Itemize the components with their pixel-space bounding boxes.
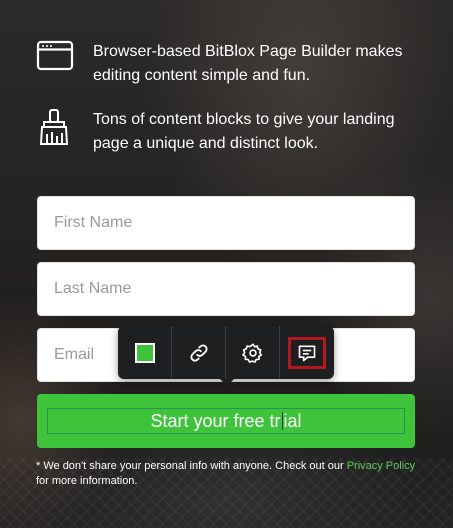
last-name-input[interactable] [37, 262, 415, 316]
start-free-trial-button[interactable]: Start your free tr ial [37, 394, 415, 448]
settings-button[interactable] [226, 326, 280, 379]
comment-button[interactable] [280, 326, 334, 379]
browser-window-icon [36, 40, 74, 78]
link-button[interactable] [172, 326, 226, 379]
comment-icon [298, 345, 316, 361]
active-highlight [288, 336, 326, 369]
link-icon [189, 343, 208, 362]
feature-content-blocks: Tons of content blocks to give your land… [36, 108, 433, 156]
paintbrush-icon [36, 108, 74, 146]
feature-text: Tons of content blocks to give your land… [93, 111, 395, 152]
color-swatch [134, 342, 155, 363]
color-picker-button[interactable] [118, 326, 172, 379]
feature-text: Browser-based BitBlox Page Builder makes… [93, 43, 403, 84]
cta-label[interactable]: Start your free tr ial [150, 411, 301, 431]
inline-edit-toolbar [118, 326, 334, 386]
text-caret [281, 411, 283, 430]
privacy-disclaimer: * We don't share your personal info with… [36, 460, 416, 487]
first-name-input[interactable] [37, 196, 415, 250]
privacy-policy-link[interactable]: Privacy Policy [347, 460, 415, 472]
feature-page-builder: Browser-based BitBlox Page Builder makes… [36, 40, 433, 88]
gear-icon [241, 342, 262, 363]
